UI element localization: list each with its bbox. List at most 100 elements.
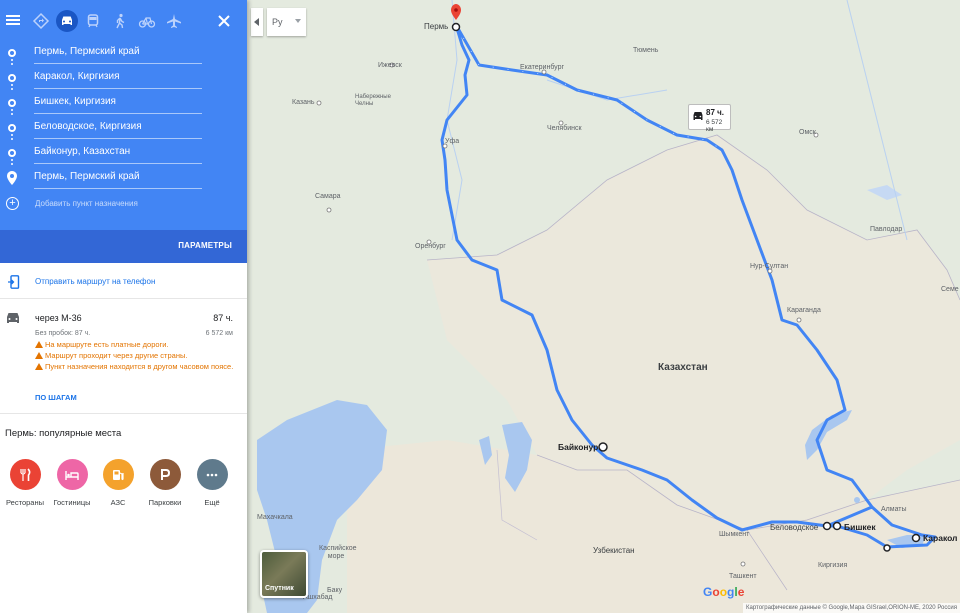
route-via[interactable]: через М-36	[35, 313, 82, 323]
category-label: Гостиницы	[53, 498, 91, 507]
category-more[interactable]: Ещё	[189, 459, 235, 507]
satellite-label: Спутник	[265, 585, 294, 592]
map-label-shymkent: Шымкент	[719, 531, 750, 538]
send-to-phone-label: Отправить маршрут на телефон	[35, 277, 156, 286]
waypoint-row-2: Каракол, Киргизия	[0, 67, 247, 92]
map-label-samara: Самара	[315, 193, 341, 200]
map-label-baikonur: Байконур	[558, 442, 599, 452]
map-label-tashkent: Ташкент	[729, 573, 757, 580]
category-label: АЗС	[110, 498, 126, 507]
steps-link[interactable]: ПО ШАГАМ	[35, 393, 77, 402]
map-label-chelyabinsk: Челябинск	[547, 125, 582, 132]
category-label: Ещё	[204, 498, 220, 507]
map-label-caspian: Каспийское море	[319, 545, 357, 560]
send-to-phone-button[interactable]: Отправить маршрут на телефон	[0, 267, 247, 299]
map-label-semey: Семе	[941, 286, 959, 293]
waypoint-row-4: Беловодское, Киргизия	[0, 117, 247, 142]
route-distance: 6 572 км	[205, 330, 233, 337]
walk-icon[interactable]	[108, 9, 132, 33]
satellite-toggle[interactable]: Спутник	[260, 550, 308, 598]
waypoint-field[interactable]: Пермь, Пермский край	[34, 42, 202, 64]
waypoint-field[interactable]: Байконур, Казахстан	[34, 142, 202, 164]
transit-icon[interactable]	[81, 9, 105, 33]
popular-places-title: Пермь: популярные места	[5, 428, 122, 439]
waypoint-field[interactable]: Беловодское, Киргизия	[34, 117, 202, 139]
map-label-pavlodar: Павлодар	[870, 226, 903, 233]
category-hotels[interactable]: Гостиницы	[49, 459, 95, 507]
add-icon: +	[6, 197, 19, 210]
language-value: Ру	[272, 17, 283, 27]
map-label-kazakhstan: Казахстан	[658, 362, 708, 373]
car-icon	[7, 313, 19, 323]
map-label-orenburg: Оренбург	[415, 243, 446, 250]
waypoint-dot-icon	[8, 49, 16, 57]
warning-icon	[35, 352, 43, 359]
badge-distance: 6 572 км	[706, 119, 723, 133]
params-bar: ПАРАМЕТРЫ	[0, 230, 247, 263]
map-label-tyumen: Тюмень	[633, 47, 659, 54]
car-icon	[693, 112, 703, 120]
map-label-baku: Баку	[327, 587, 343, 594]
directions-header: Пермь, Пермский край Каракол, Киргизия Б…	[0, 0, 247, 263]
route-duration: 87 ч.	[213, 313, 233, 323]
close-icon[interactable]	[216, 13, 232, 29]
map-label-kazan: Казань	[292, 99, 315, 106]
waypoint-row-destination: Пермь, Пермский край	[0, 167, 247, 192]
map-label-makhachkala: Махачкала	[257, 514, 293, 521]
waypoint-dot-icon	[8, 99, 16, 107]
restaurant-icon	[9, 459, 41, 490]
chevron-down-icon	[295, 19, 301, 23]
map-label-karaganda: Караганда	[787, 307, 821, 314]
google-logo: Google	[703, 585, 745, 599]
category-gas-stations[interactable]: АЗС	[95, 459, 141, 507]
badge-time: 87 ч.	[706, 108, 724, 117]
waypoint-field[interactable]: Бишкек, Киргизия	[34, 92, 202, 114]
warning-icon	[35, 341, 43, 348]
route-duration-badge[interactable]: 87 ч. 6 572 км	[688, 104, 731, 133]
destination-field[interactable]: Пермь, Пермский край	[34, 167, 202, 189]
route-option[interactable]: через М-36 87 ч. Без пробок: 87 ч. 6 572…	[0, 300, 247, 414]
waypoint-field[interactable]: Каракол, Киргизия	[34, 67, 202, 89]
route-warning: На маршруте есть платные дороги.	[35, 340, 235, 350]
map-label-perm: Пермь	[424, 22, 449, 31]
params-button[interactable]: ПАРАМЕТРЫ	[178, 241, 232, 250]
waypoint-row-5: Байконур, Казахстан	[0, 142, 247, 167]
car-icon[interactable]	[56, 10, 78, 32]
add-destination-button[interactable]: + Добавить пункт назначения	[0, 195, 247, 215]
waypoint-row-3: Бишкек, Киргизия	[0, 92, 247, 117]
map-label-izhevsk: Ижевск	[378, 62, 402, 69]
map-label-kyrgyzstan: Киргизия	[818, 562, 848, 569]
travel-mode-bar	[0, 0, 247, 42]
map-label-bishkek: Бишкек	[844, 522, 876, 532]
route-traffic: Без пробок: 87 ч.	[35, 330, 91, 337]
category-label: Парковки	[148, 498, 182, 507]
category-label: Рестораны	[6, 498, 44, 507]
waypoint-row-1: Пермь, Пермский край	[0, 42, 247, 67]
category-parking[interactable]: Парковки	[142, 459, 188, 507]
menu-icon[interactable]	[4, 11, 22, 29]
map-canvas[interactable]: Пермь Ижевск Екатеринбург Тюмень Набереж…	[247, 0, 960, 613]
hotel-icon	[56, 459, 88, 490]
waypoint-dot-icon	[8, 149, 16, 157]
warning-icon	[35, 363, 43, 370]
send-to-phone-icon	[8, 275, 20, 289]
language-select[interactable]: Ру	[267, 8, 306, 36]
map-label-belovodskoe: Беловодское	[770, 523, 819, 532]
flight-icon[interactable]	[162, 9, 186, 33]
map-label-omsk: Омск	[799, 129, 816, 136]
map-label-ufa: Уфа	[445, 138, 460, 145]
map-label-almaty: Алматы	[881, 506, 907, 513]
waypoint-dot-icon	[8, 124, 16, 132]
bike-icon[interactable]	[135, 9, 159, 33]
destination-pin-icon	[7, 171, 17, 185]
add-destination-label: Добавить пункт назначения	[35, 199, 138, 208]
waypoint-dot-icon	[8, 74, 16, 82]
map-label-uzbekistan: Узбекистан	[593, 546, 635, 555]
map-footer[interactable]: Картографические данные © Google,Марa GI…	[743, 603, 960, 613]
chevron-left-icon	[254, 18, 259, 26]
map-label-karakol: Каракол	[923, 533, 958, 543]
best-mode-icon[interactable]	[29, 9, 53, 33]
parking-icon	[149, 459, 181, 490]
category-restaurants[interactable]: Рестораны	[2, 459, 48, 507]
collapse-panel-button[interactable]	[251, 8, 263, 36]
